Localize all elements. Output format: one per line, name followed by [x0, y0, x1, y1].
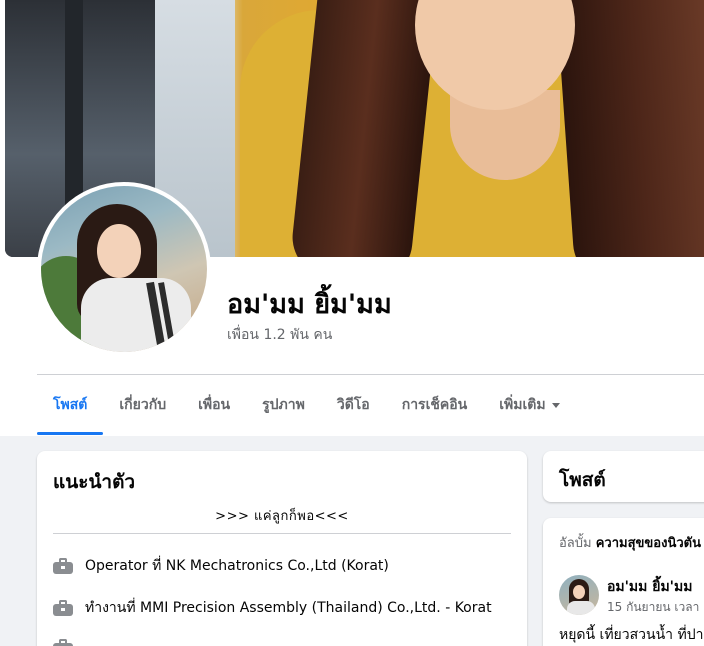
tab-checkins[interactable]: การเช็คอิน	[386, 375, 484, 435]
work-item: Operator ที่ NK Mechatronics Co.,Ltd (Ko…	[53, 555, 389, 577]
album-prefix: อัลบั้ม	[559, 536, 596, 551]
profile-header: อม'มม ยิ้ม'มม เพื่อน 1.2 พัน คน โพสต์ เก…	[0, 0, 704, 436]
tab-label: เพิ่มเติม	[499, 397, 546, 413]
profile-avatar[interactable]	[37, 182, 211, 356]
intro-bio: >>> แค่ลูกก็พอ<<<	[215, 509, 349, 524]
tab-label: การเช็คอิน	[401, 397, 468, 413]
bio-divider	[53, 533, 511, 534]
work-place-link[interactable]: MMI Precision Assembly (Thailand) Co.,Lt…	[140, 600, 492, 616]
intro-card: แนะนำตัว >>> แค่ลูกก็พอ<<< Operator ที่ …	[37, 451, 527, 646]
posts-header-card: โพสต์	[543, 451, 704, 502]
tab-label: รูปภาพ	[262, 397, 305, 413]
tab-label: เกี่ยวกับ	[119, 397, 167, 413]
tab-posts[interactable]: โพสต์	[37, 375, 104, 435]
tab-photos[interactable]: รูปภาพ	[246, 375, 321, 435]
profile-tabs: โพสต์ เกี่ยวกับ เพื่อน รูปภาพ วิดีโอ การ…	[37, 375, 576, 435]
profile-name: อม'มม ยิ้ม'มม	[227, 289, 392, 320]
briefcase-icon	[53, 558, 73, 574]
briefcase-icon	[53, 639, 73, 646]
album-link[interactable]: ความสุขของนิวตัน	[596, 536, 701, 551]
tab-label: โพสต์	[53, 397, 88, 413]
friends-count[interactable]: เพื่อน 1.2 พัน คน	[227, 324, 332, 346]
work-item: ทำงานที่ MMI Precision Assembly (Thailan…	[53, 597, 492, 619]
tab-more[interactable]: เพิ่มเติม	[483, 375, 575, 435]
intro-title: แนะนำตัว	[53, 471, 136, 493]
work-item-partial	[53, 639, 73, 646]
work-prefix: ทำงานที่	[85, 600, 141, 616]
posts-title: โพสต์	[559, 469, 606, 491]
post-author-avatar[interactable]	[559, 575, 599, 615]
post-card: อัลบั้ม ความสุขของนิวตัน อม'มม ยิ้ม'มม 1…	[543, 518, 704, 646]
work-prefix: Operator ที่	[85, 558, 166, 574]
tab-label: เพื่อน	[198, 397, 231, 413]
post-date[interactable]: 15 กันยายน เวลา	[607, 598, 699, 617]
work-place-link[interactable]: NK Mechatronics Co.,Ltd (Korat)	[166, 558, 389, 574]
tab-friends[interactable]: เพื่อน	[182, 375, 246, 435]
post-author-name[interactable]: อม'มม ยิ้ม'มม	[607, 576, 692, 598]
tab-about[interactable]: เกี่ยวกับ	[103, 375, 182, 435]
caret-down-icon	[551, 402, 560, 408]
post-text: หยุดนี้ เที่ยวสวนน้ำ ที่ปา	[559, 627, 704, 643]
tab-label: วิดีโอ	[336, 397, 370, 413]
tab-videos[interactable]: วิดีโอ	[321, 375, 386, 435]
post-album-line: อัลบั้ม ความสุขของนิวตัน	[559, 532, 701, 553]
briefcase-icon	[53, 600, 73, 616]
